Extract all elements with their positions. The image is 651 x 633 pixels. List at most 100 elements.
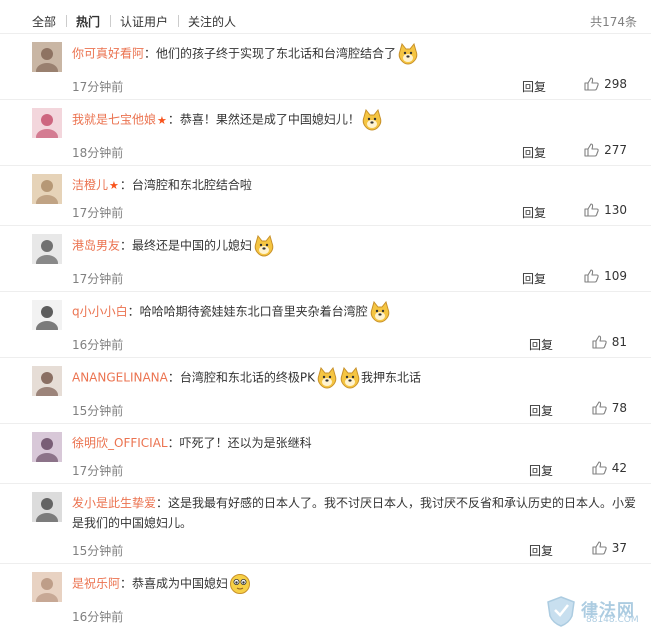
like-button[interactable]: 81: [592, 335, 627, 349]
vip-star-icon: ★: [109, 179, 119, 192]
comment-row: 港岛男友：最终还是中国的儿媳妇 17分钟前 回复 109: [0, 225, 651, 291]
avatar[interactable]: [32, 108, 62, 138]
vip-star-icon: ★: [157, 113, 167, 127]
comment-body: 是祝乐阿：恭喜成为中国媳妇: [72, 573, 637, 595]
like-count: 42: [611, 461, 627, 475]
comment-timestamp: 16分钟前: [72, 610, 124, 624]
like-button[interactable]: 78: [592, 401, 627, 415]
avatar[interactable]: [32, 492, 62, 522]
thumbs-up-icon: [592, 401, 607, 415]
tab-all[interactable]: 全部: [32, 13, 56, 30]
like-count: 130: [604, 203, 627, 217]
doge-emoticon-icon: [340, 367, 360, 389]
comment-timestamp: 16分钟前: [72, 338, 124, 352]
like-button[interactable]: 277: [584, 143, 627, 157]
reply-button[interactable]: 回复: [529, 336, 553, 353]
avatar[interactable]: [32, 300, 62, 330]
comment-row: 我就是七宝他娘★：恭喜！果然还是成了中国媳妇儿！ 18分钟前 回复 277: [0, 99, 651, 165]
reply-button[interactable]: 回复: [529, 462, 553, 479]
tab-hot[interactable]: 热门: [76, 13, 100, 30]
reply-button[interactable]: 回复: [522, 270, 546, 287]
like-count: 37: [611, 541, 627, 555]
username-link[interactable]: 洁橙儿: [72, 178, 108, 192]
like-button[interactable]: 298: [584, 77, 627, 91]
comment-body: 港岛男友：最终还是中国的儿媳妇: [72, 235, 637, 257]
tab-divider: [66, 15, 67, 27]
tab-verified-users[interactable]: 认证用户: [120, 13, 168, 30]
comment-timestamp: 15分钟前: [72, 404, 124, 418]
reply-button[interactable]: 回复: [529, 402, 553, 419]
comment-text: ：吓死了！还以为是张继科: [167, 436, 312, 450]
username-link[interactable]: ANANGELINANA: [72, 371, 168, 385]
avatar[interactable]: [32, 234, 62, 264]
like-button[interactable]: 130: [584, 203, 627, 217]
like-button[interactable]: 37: [592, 541, 627, 555]
comment-text: ：台湾腔和东北腔结合啦: [119, 178, 252, 192]
username-link[interactable]: 港岛男友: [72, 239, 120, 253]
like-count: 81: [611, 335, 627, 349]
avatar[interactable]: [32, 42, 62, 72]
watermark-url: 88148.COM: [586, 615, 639, 625]
avatar[interactable]: [32, 174, 62, 204]
comment-total-count: 共174条: [590, 15, 637, 29]
doge-emoticon-icon: [254, 235, 274, 257]
comment-row: ANANGELINANA：台湾腔和东北话的终极PK 我押东北话 15分钟前 回复 78: [0, 357, 651, 423]
comment-timestamp: 17分钟前: [72, 206, 124, 220]
tab-following[interactable]: 关注的人: [188, 13, 236, 30]
like-count: 78: [611, 401, 627, 415]
like-count: 298: [604, 77, 627, 91]
avatar[interactable]: [32, 572, 62, 602]
comment-text: ：最终还是中国的儿媳妇: [120, 238, 253, 253]
thumbs-up-icon: [584, 143, 599, 157]
comment-row: 洁橙儿★：台湾腔和东北腔结合啦 17分钟前 回复 130: [0, 165, 651, 225]
like-count: 109: [604, 269, 627, 283]
comment-row: 徐明欣_OFFICIAL：吓死了！还以为是张继科 17分钟前 回复 42: [0, 423, 651, 483]
avatar[interactable]: [32, 366, 62, 396]
comment-text: ：台湾腔和东北话的终极PK: [167, 370, 315, 385]
smile-emoticon-icon: [230, 574, 251, 594]
comment-body: ANANGELINANA：台湾腔和东北话的终极PK 我押东北话: [72, 367, 637, 389]
tab-divider: [178, 15, 179, 27]
comment-body: q小小小白：哈哈哈期待瓷娃娃东北口音里夹杂着台湾腔: [72, 301, 637, 323]
comment-text: ：哈哈哈期待瓷娃娃东北口音里夹杂着台湾腔: [127, 304, 368, 319]
avatar[interactable]: [32, 432, 62, 462]
comment-body: 徐明欣_OFFICIAL：吓死了！还以为是张继科: [72, 433, 637, 453]
comment-body: 我就是七宝他娘★：恭喜！果然还是成了中国媳妇儿！: [72, 109, 637, 131]
like-count: 277: [604, 143, 627, 157]
doge-emoticon-icon: [362, 109, 382, 131]
username-link[interactable]: 徐明欣_OFFICIAL: [72, 436, 168, 450]
comment-text: ：恭喜成为中国媳妇: [120, 576, 229, 591]
thumbs-up-icon: [584, 269, 599, 283]
reply-button[interactable]: 回复: [529, 542, 553, 559]
thumbs-up-icon: [584, 77, 599, 91]
comment-body: 你可真好看阿：他们的孩子终于实现了东北话和台湾腔结合了: [72, 43, 637, 65]
reply-button[interactable]: 回复: [522, 78, 546, 95]
comment-body: 洁橙儿★：台湾腔和东北腔结合啦: [72, 175, 637, 196]
thumbs-up-icon: [584, 203, 599, 217]
username-link[interactable]: q小小小白: [72, 305, 128, 319]
comment-timestamp: 18分钟前: [72, 146, 124, 160]
comment-row: q小小小白：哈哈哈期待瓷娃娃东北口音里夹杂着台湾腔 16分钟前 回复 81: [0, 291, 651, 357]
doge-emoticon-icon: [398, 43, 418, 65]
thumbs-up-icon: [592, 335, 607, 349]
thumbs-up-icon: [592, 541, 607, 555]
comment-text-after: 我押东北话: [360, 370, 421, 385]
like-button[interactable]: 109: [584, 269, 627, 283]
thumbs-up-icon: [592, 461, 607, 475]
comment-body: 发小是此生挚爱：这是我最有好感的日本人了。我不讨厌日本人，我讨厌不反省和承认历史…: [72, 493, 637, 533]
comment-timestamp: 15分钟前: [72, 544, 124, 558]
comment-row: 发小是此生挚爱：这是我最有好感的日本人了。我不讨厌日本人，我讨厌不反省和承认历史…: [0, 483, 651, 563]
username-link[interactable]: 是祝乐阿: [72, 577, 120, 591]
comment-row: 你可真好看阿：他们的孩子终于实现了东北话和台湾腔结合了 17分钟前 回复 298: [0, 33, 651, 99]
site-watermark: 律法网 88148.COM: [545, 595, 643, 627]
comment-timestamp: 17分钟前: [72, 80, 124, 94]
comment-timestamp: 17分钟前: [72, 464, 124, 478]
username-link[interactable]: 我就是七宝他娘: [72, 113, 156, 127]
reply-button[interactable]: 回复: [522, 144, 546, 161]
username-link[interactable]: 你可真好看阿: [72, 47, 144, 61]
username-link[interactable]: 发小是此生挚爱: [72, 496, 156, 510]
comment-text: ：恭喜！果然还是成了中国媳妇儿！: [167, 112, 360, 127]
reply-button[interactable]: 回复: [522, 204, 546, 221]
like-button[interactable]: 42: [592, 461, 627, 475]
comment-text: ：他们的孩子终于实现了东北话和台湾腔结合了: [144, 46, 397, 61]
